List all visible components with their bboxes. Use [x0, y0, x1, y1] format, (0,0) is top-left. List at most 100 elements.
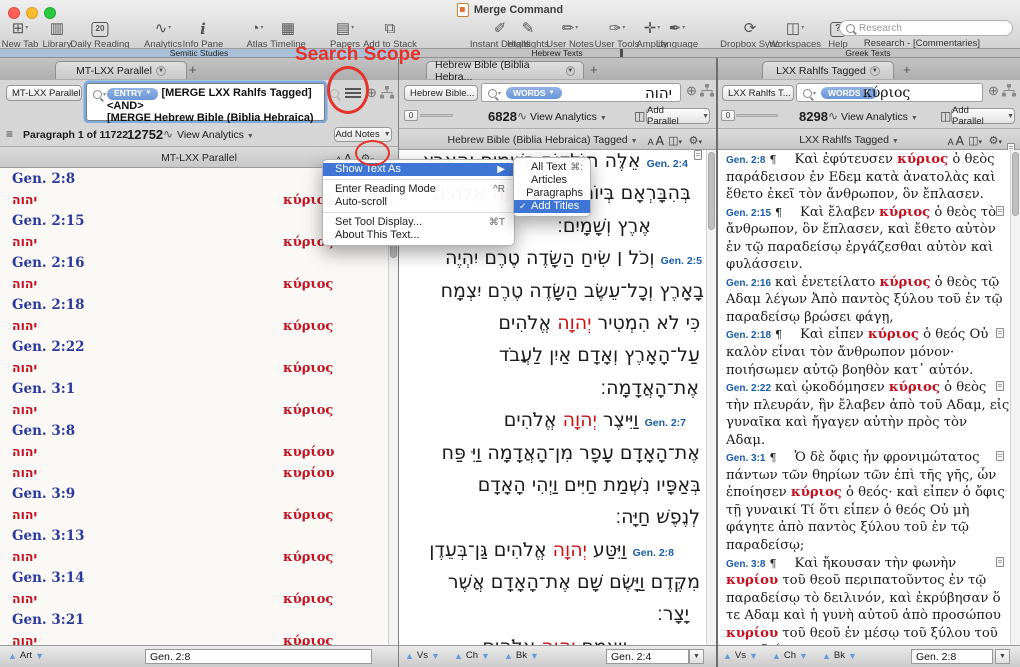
toolbar-item-analytics[interactable]: ∿▾Analytics — [144, 21, 182, 50]
add-parallel-button[interactable]: Add Parallel▼ — [951, 108, 1015, 124]
view-analytics-button[interactable]: View Analytics ▼ — [177, 129, 254, 141]
verse-ref[interactable]: Gen. 3:8 — [726, 559, 765, 570]
submenu-item-articles[interactable]: Articles — [514, 174, 590, 187]
details-window-icon[interactable]: ◫ — [940, 109, 951, 123]
toolbar-item-language[interactable]: ✒▾Language — [656, 21, 698, 50]
search-field-magnifier-icon[interactable]: ▾ — [803, 89, 816, 98]
user-note-icon[interactable] — [996, 206, 1004, 216]
tab-dropdown-icon[interactable]: ▼ — [156, 66, 166, 76]
prev-article-button[interactable]: ▲ — [8, 651, 17, 661]
maximize-window-button[interactable] — [44, 7, 56, 19]
next-chapter-button[interactable]: ▼ — [481, 651, 490, 661]
middle-go-to-field[interactable]: Gen. 2:4 — [606, 649, 689, 664]
hit-word[interactable]: κυρίου — [726, 573, 778, 588]
new-tab-button[interactable]: + — [903, 62, 911, 77]
hit-word[interactable]: יְהוָה — [541, 636, 575, 645]
left-go-to-field[interactable]: Gen. 2:8 — [145, 649, 372, 664]
research-input[interactable]: Research — [839, 20, 1013, 36]
verse-ref[interactable]: Gen. 2:18 — [12, 297, 85, 313]
new-tab-button[interactable]: + — [189, 62, 197, 77]
browser-tree-icon[interactable] — [1002, 84, 1016, 100]
hebrew-hit-word[interactable]: יהוה — [12, 402, 37, 417]
hit-word[interactable]: κύριος — [791, 485, 842, 500]
tab-dropdown-icon[interactable]: ▼ — [566, 66, 576, 76]
tab-lxx-rahlfs[interactable]: LXX Rahlfs Tagged▼ — [762, 61, 894, 79]
verse-ref[interactable]: Gen. 2:16 — [726, 278, 771, 289]
verse-ref[interactable]: Gen. 2:5 — [661, 255, 702, 267]
right-scrollbar[interactable] — [1010, 150, 1020, 645]
verse-ref[interactable]: Gen. 2:4 — [647, 158, 688, 170]
prev-book-button[interactable]: ▲ — [504, 651, 513, 661]
zoom-slider-track[interactable] — [420, 114, 453, 117]
new-tab-button[interactable]: + — [590, 62, 598, 77]
menu-item-about-this-text[interactable]: About This Text... — [323, 229, 514, 242]
zoom-slider-track[interactable] — [736, 114, 778, 117]
next-chapter-button[interactable]: ▼ — [799, 651, 808, 661]
right-go-to-field[interactable]: Gen. 2:8 — [911, 649, 993, 664]
hit-word[interactable]: κύριος — [889, 380, 940, 395]
hit-word[interactable]: κυρίου — [726, 626, 778, 641]
user-note-icon[interactable] — [996, 328, 1004, 338]
right-search-box[interactable]: ▾ WORDS▼ κύριος — [796, 83, 983, 102]
middle-scrollbar-thumb[interactable] — [708, 152, 715, 230]
greek-hit-word[interactable]: κυρίου — [283, 466, 334, 481]
hit-word[interactable]: κύριος — [879, 205, 930, 220]
greek-hit-word[interactable]: κύριος — [283, 361, 333, 376]
prev-book-button[interactable]: ▲ — [822, 651, 831, 661]
verse-ref[interactable]: Gen. 3:13 — [12, 528, 85, 544]
go-to-history-dropdown[interactable]: ▼ — [689, 649, 704, 664]
middle-scrollbar[interactable] — [706, 150, 716, 645]
right-scrollbar-thumb[interactable] — [1012, 152, 1019, 216]
add-parallel-button[interactable]: Add Parallel▼ — [646, 108, 710, 124]
hebrew-hit-word[interactable]: יהוה — [12, 465, 37, 480]
submenu-item-add-titles[interactable]: ✓Add Titles — [514, 200, 590, 213]
zone-header-hebrew-texts[interactable]: Hebrew Texts — [398, 48, 716, 58]
prev-verse-button[interactable]: ▲ — [405, 651, 414, 661]
right-module-dropdown[interactable]: LXX Rahlfs T...▼ — [722, 85, 794, 101]
greek-hit-word[interactable]: κύριος — [283, 508, 333, 523]
hebrew-hit-word[interactable]: יהוה — [12, 591, 37, 606]
view-analytics-button[interactable]: View Analytics ▼ — [530, 111, 607, 123]
toolbar-item-user-notes[interactable]: ✏▾User Notes — [546, 21, 594, 50]
hebrew-hit-word[interactable]: יהוה — [12, 360, 37, 375]
next-book-button[interactable]: ▼ — [848, 651, 857, 661]
add-search-field-icon[interactable]: ⊕ — [686, 84, 697, 98]
greek-hit-word[interactable]: κύριος — [283, 592, 333, 607]
verse-ref[interactable]: Gen. 2:22 — [726, 383, 771, 394]
toolbar-item-library[interactable]: ▥Library — [42, 21, 71, 50]
entry-scope-pill[interactable]: ENTRY▼ — [107, 88, 158, 100]
user-note-icon[interactable] — [996, 451, 1004, 461]
zoom-slider-value[interactable]: 0 — [404, 110, 418, 121]
greek-hit-word[interactable]: κύριος — [283, 403, 333, 418]
middle-search-box[interactable]: ▾ WORDS▼ יהוה — [481, 83, 681, 102]
greek-hit-word[interactable]: κύριος — [283, 550, 333, 565]
toolbar-item-info-pane[interactable]: iInfo Pane — [183, 21, 224, 50]
add-search-field-icon[interactable]: ⊕ — [988, 84, 999, 98]
verse-ref[interactable]: Gen. 3:21 — [12, 612, 85, 628]
user-note-icon[interactable] — [996, 381, 1004, 391]
hebrew-hit-word[interactable]: יהוה — [12, 444, 37, 459]
middle-module-dropdown[interactable]: Hebrew Bible...▼ — [404, 85, 478, 101]
user-note-icon[interactable] — [996, 557, 1004, 567]
hit-word[interactable]: κύριος — [879, 275, 930, 290]
hit-word[interactable]: κύριος — [897, 152, 948, 167]
menu-item-enter-reading-mode[interactable]: Enter Reading Mode^R — [323, 183, 514, 196]
menu-item-auto-scroll[interactable]: Auto-scroll — [323, 196, 514, 209]
next-book-button[interactable]: ▼ — [530, 651, 539, 661]
font-size-buttons[interactable]: A A — [648, 134, 664, 148]
left-search-box[interactable]: ▾ ENTRY▼ [MERGE LXX Rahlfs Tagged] <AND>… — [86, 83, 325, 121]
next-verse-button[interactable]: ▼ — [431, 651, 440, 661]
prev-chapter-button[interactable]: ▲ — [454, 651, 463, 661]
hebrew-hit-word[interactable]: יהוה — [12, 234, 37, 249]
zoom-slider-value[interactable]: 0 — [721, 110, 735, 121]
hit-word[interactable]: יְהוָה — [553, 539, 587, 561]
hebrew-hit-word[interactable]: יהוה — [12, 276, 37, 291]
left-module-dropdown[interactable]: MT-LXX Parallel▼ — [6, 85, 82, 101]
font-size-buttons[interactable]: A A — [948, 134, 964, 148]
verse-ref[interactable]: Gen. 3:9 — [12, 486, 75, 502]
submenu-item-all-text[interactable]: All Text⌘: — [514, 161, 590, 174]
toolbar-item-new-tab[interactable]: ⊞▾New Tab — [2, 21, 39, 50]
zone-header-greek-texts[interactable]: Greek Texts — [716, 48, 1020, 58]
hebrew-hit-word[interactable]: יהוה — [12, 549, 37, 564]
verse-ref[interactable]: Gen. 3:1 — [726, 453, 765, 464]
